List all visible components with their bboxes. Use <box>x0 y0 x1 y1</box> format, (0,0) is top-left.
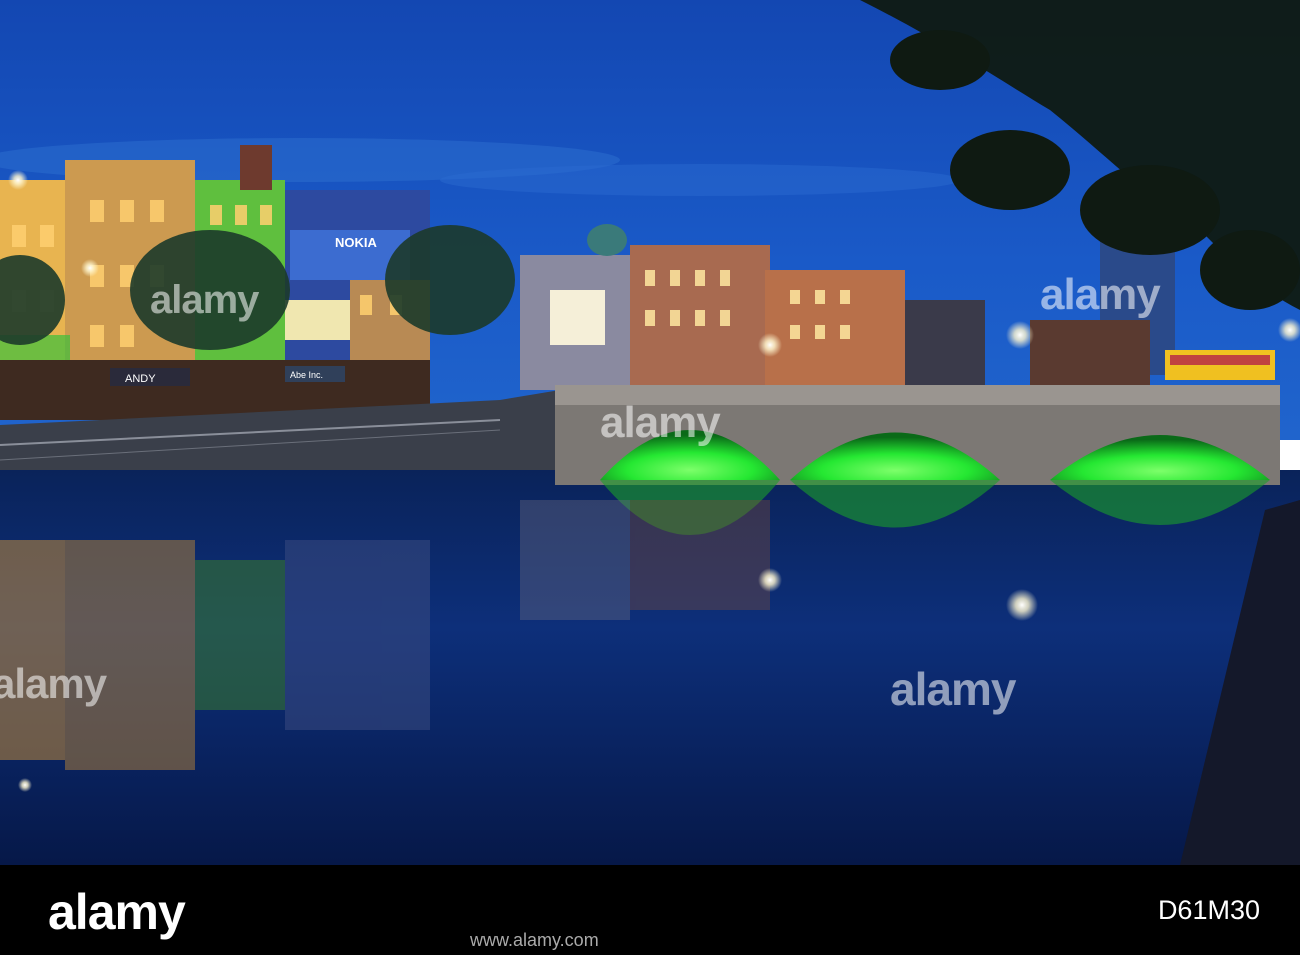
sign-shop2: Abe Inc. <box>290 370 323 380</box>
footer-image-id: D61M30 <box>1157 895 1260 925</box>
footer-bar <box>0 865 1300 955</box>
sign-shop: ANDY <box>125 373 156 385</box>
watermark-brand: alamy <box>0 660 107 707</box>
watermark-brand: alamy <box>1040 270 1161 319</box>
watermark-brand: alamy <box>150 278 259 322</box>
photo-stage: NOKIA ANDY Abe Inc. alamy alamy alamy al… <box>0 0 1300 955</box>
footer-url: www.alamy.com <box>470 930 599 950</box>
watermark-brand: alamy <box>600 398 721 447</box>
footer-logo: alamy <box>48 884 186 940</box>
sign-nokia: NOKIA <box>335 235 378 250</box>
watermark-brand: alamy <box>890 663 1016 715</box>
